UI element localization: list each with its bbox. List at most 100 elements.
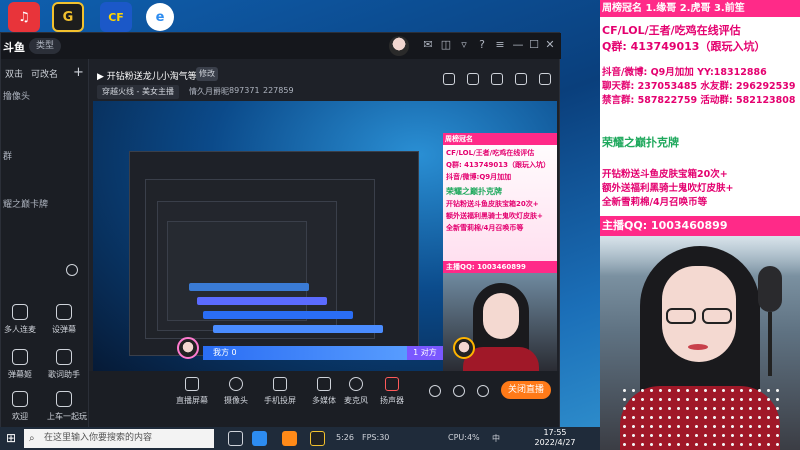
menu-icon[interactable]: ≡ <box>493 38 507 52</box>
streamer-name: 情久月爵昵 <box>189 87 229 96</box>
taskbar: ⊞ ⌕ 在这里输入你要搜索的内容 5:26 FPS:30 CPU:4% 中 17… <box>0 427 600 450</box>
camera-button[interactable]: 摄像头 <box>213 377 259 406</box>
pk-avatar-left <box>177 337 199 359</box>
recursion-trail <box>197 297 327 305</box>
tray-latency: 5:26 <box>336 433 354 442</box>
weekly-rank-header: 周榜冠名 1.缘哥 2.虎哥 3.前笙 <box>600 0 800 17</box>
sidebar-item-poker[interactable]: 耀之巅卡牌 <box>1 197 89 213</box>
camera-icon <box>229 377 243 391</box>
room-number: 897371 <box>229 86 260 95</box>
sidebar-item-camera[interactable]: 撸像头 <box>1 89 89 105</box>
preview-ad-row: 额外送福利黑骑士鬼吹灯皮肤+ <box>446 212 543 220</box>
edit-title-button[interactable]: 修改 <box>196 67 218 81</box>
add-scene-icon[interactable]: + <box>73 65 84 80</box>
preview-ad-row: CF/LOL/王者/吃鸡在线评估 <box>446 149 535 157</box>
overlay-line-gift1: 开钻粉送斗鱼皮肤宝箱20次+ <box>602 169 728 180</box>
room-title: ▶ 开钻粉送龙儿小淘气等 <box>97 72 197 82</box>
recursion-trail <box>189 283 309 291</box>
shirt-icon[interactable]: ▿ <box>457 38 471 52</box>
eye-icon[interactable] <box>453 385 465 397</box>
streaming-studio-window: 斗鱼 类型 ✉ ◫ ▿ ? ≡ — ☐ ✕ 双击 可改名 + 撸像头 群 耀之巅… <box>0 32 561 429</box>
taskbar-app-icon[interactable] <box>282 431 297 446</box>
bottom-toolbar: 直播屏幕 摄像头 手机投屏 多媒体 麦克风 扬声器 关闭直播 <box>89 371 559 428</box>
recursion-trail <box>213 325 383 333</box>
tray-cpu: CPU:4% <box>448 433 480 442</box>
streamer-dress <box>620 386 780 450</box>
pk-avatar-right <box>453 337 475 359</box>
danmu-settings-button[interactable]: 设弹幕 <box>47 304 81 342</box>
preview-ad-row: 抖音/微博:Q9月加加 <box>446 173 512 181</box>
phone-cast-button[interactable]: 手机投屏 <box>257 377 303 406</box>
tab-double-click[interactable]: 双击 <box>5 67 23 80</box>
overlay-line-groups: 聊天群: 237053485 水友群: 296292539 <box>602 81 796 92</box>
speaker-button[interactable]: 扬声器 <box>369 377 415 406</box>
preview-ad-green: 荣耀之巅扑克牌 <box>446 187 502 196</box>
sidebar-tabs: 双击 可改名 + <box>1 63 89 81</box>
close-icon[interactable]: ✕ <box>543 38 557 52</box>
pk-opponent-score: 1 对方 <box>407 346 443 360</box>
preview-ad-row: Q群: 413749013（跟玩入坑） <box>446 161 551 169</box>
message-icon[interactable]: ✉ <box>421 38 435 52</box>
gift-icon[interactable]: ◫ <box>439 38 453 52</box>
preview-qq-bar: 主播QQ: 1003460899 <box>443 261 557 273</box>
g-app-desktop-icon[interactable]: G <box>52 2 84 32</box>
sidebar-item-group[interactable]: 群 <box>1 149 89 165</box>
stream-preview[interactable]: 周榜冠名 CF/LOL/王者/吃鸡在线评估 Q群: 413749013（跟玩入坑… <box>93 101 557 371</box>
windows-start-icon[interactable]: ⊞ <box>6 432 19 445</box>
layout-icon[interactable] <box>491 73 503 85</box>
minimize-icon[interactable]: — <box>511 38 525 52</box>
media-icon <box>317 377 331 391</box>
stop-live-button[interactable]: 关闭直播 <box>501 381 551 399</box>
expand-icon[interactable] <box>66 264 78 276</box>
overlay-line-groups2: 禁言群: 587822759 活动群: 582123808 <box>602 95 796 106</box>
microphone-icon <box>349 377 363 391</box>
overlay-line-gift2: 额外送福利黑骑士鬼吹灯皮肤+ <box>602 183 734 194</box>
fan-count: 227859 <box>263 86 294 95</box>
taskbar-app-icon[interactable] <box>252 431 267 446</box>
share-icon[interactable] <box>539 73 551 85</box>
preview-ad-header: 周榜冠名 <box>443 133 557 145</box>
screenshot-icon[interactable] <box>467 73 479 85</box>
settings-icon[interactable] <box>477 385 489 397</box>
search-placeholder: 在这里输入你要搜索的内容 <box>44 433 153 443</box>
bell-icon[interactable] <box>515 73 527 85</box>
record-icon[interactable] <box>443 73 455 85</box>
netease-music-desktop-icon[interactable]: ♫ <box>8 2 40 32</box>
overlay-qq-bar: 主播QQ: 1003460899 <box>600 216 800 236</box>
lyrics-helper-button[interactable]: 歌词助手 <box>47 349 81 387</box>
user-avatar[interactable] <box>389 36 409 56</box>
overlay-poker-title: 荣耀之巅扑克牌 <box>602 136 679 149</box>
category-selector[interactable]: 穿越火线 - 美女主播 <box>97 85 179 99</box>
speaker-icon <box>385 377 399 391</box>
taskbar-search-input[interactable]: ⌕ 在这里输入你要搜索的内容 <box>24 429 214 448</box>
system-clock[interactable]: 17:55 2022/4/27 <box>530 428 580 448</box>
lyrics-icon <box>56 349 72 365</box>
type-selector[interactable]: 类型 <box>29 38 62 54</box>
stream-overlay-panel: 周榜冠名 1.缘哥 2.虎哥 3.前笙 CF/LOL/王者/吃鸡在线评估 Q群:… <box>600 0 800 450</box>
overlay-line-qgroup: Q群: 413749013（跟玩入坑） <box>602 40 766 53</box>
danmu-icon <box>56 304 72 320</box>
browser-desktop-icon[interactable]: e <box>146 3 174 31</box>
multi-connect-button[interactable]: 多人连麦 <box>3 304 37 342</box>
nested-window <box>167 221 307 321</box>
studio-titlebar: 斗鱼 类型 ✉ ◫ ▿ ? ≡ — ☐ ✕ <box>1 33 561 59</box>
screen-capture-button[interactable]: 直播屏幕 <box>169 377 215 406</box>
taskbar-app-icon[interactable] <box>310 431 325 446</box>
video-record-icon[interactable] <box>429 385 441 397</box>
danmu-ji-button[interactable]: 弹幕姬 <box>3 349 37 387</box>
play-together-button[interactable]: 上车一起玩 <box>47 391 87 429</box>
help-icon[interactable]: ? <box>475 38 489 52</box>
streamer-glasses <box>662 308 736 324</box>
task-view-icon[interactable] <box>228 431 243 446</box>
welcome-button[interactable]: 欢迎 <box>3 391 37 429</box>
tab-rename[interactable]: 可改名 <box>31 67 58 80</box>
streamer-lips <box>688 344 708 350</box>
preview-ad-row: 开钻粉送斗鱼皮肤宝箱20次+ <box>446 200 539 208</box>
maximize-icon[interactable]: ☐ <box>527 38 541 52</box>
input-method-indicator[interactable]: 中 <box>492 433 500 444</box>
welcome-icon <box>12 391 28 407</box>
search-icon: ⌕ <box>29 433 35 444</box>
cf-game-desktop-icon[interactable]: CF <box>100 2 132 32</box>
overlay-line-gift3: 全新雪莉棉/4月召唤币等 <box>602 197 708 208</box>
monitor-icon <box>185 377 199 391</box>
